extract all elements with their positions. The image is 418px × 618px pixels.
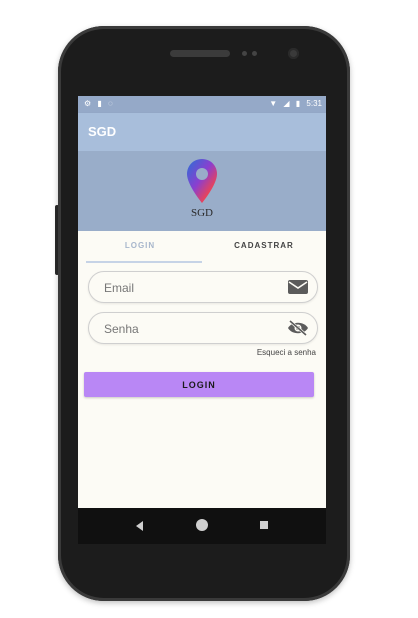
front-camera <box>288 48 299 59</box>
login-button[interactable]: LOGIN <box>84 372 314 397</box>
app-bar: SGD <box>78 113 326 151</box>
phone-speaker <box>170 50 230 57</box>
mail-icon <box>288 280 308 294</box>
phone-sensor <box>242 51 247 56</box>
email-input[interactable] <box>102 278 276 298</box>
wifi-icon: ▼ <box>269 99 278 108</box>
logo-text: SGD <box>190 207 213 219</box>
auth-tabs: LOGIN CADASTRAR <box>78 231 326 263</box>
logo-header: SGD <box>78 151 326 231</box>
password-input[interactable] <box>102 319 276 339</box>
recent-apps-icon[interactable] <box>260 521 268 529</box>
phone-sensor <box>252 51 257 56</box>
app-title: SGD <box>88 124 117 139</box>
signal-icon: ◢ <box>283 99 290 108</box>
tab-indicator <box>86 261 202 263</box>
android-nav-bar <box>78 508 326 544</box>
forgot-password-link[interactable]: Esqueci a senha <box>257 348 316 357</box>
sd-card-icon: ▮ <box>97 99 102 108</box>
status-bar: ⚙ ▮ ◌ ▼ ◢ ▮ 5:31 <box>78 96 326 113</box>
eye-off-icon[interactable] <box>287 319 309 337</box>
gear-icon: ⚙ <box>84 99 92 108</box>
app-screen: ⚙ ▮ ◌ ▼ ◢ ▮ 5:31 SGD SGD LOGIN CADASTRAR… <box>78 96 326 508</box>
battery-icon: ▮ <box>295 99 301 108</box>
tab-login[interactable]: LOGIN <box>78 231 202 263</box>
circle-icon: ◌ <box>108 99 113 108</box>
location-pin-icon <box>187 159 217 203</box>
back-icon[interactable] <box>136 521 143 531</box>
home-icon[interactable] <box>196 519 208 531</box>
password-field[interactable] <box>88 312 318 344</box>
tab-cadastrar[interactable]: CADASTRAR <box>202 231 326 263</box>
status-time: 5:31 <box>306 99 322 108</box>
email-field[interactable] <box>88 271 318 303</box>
